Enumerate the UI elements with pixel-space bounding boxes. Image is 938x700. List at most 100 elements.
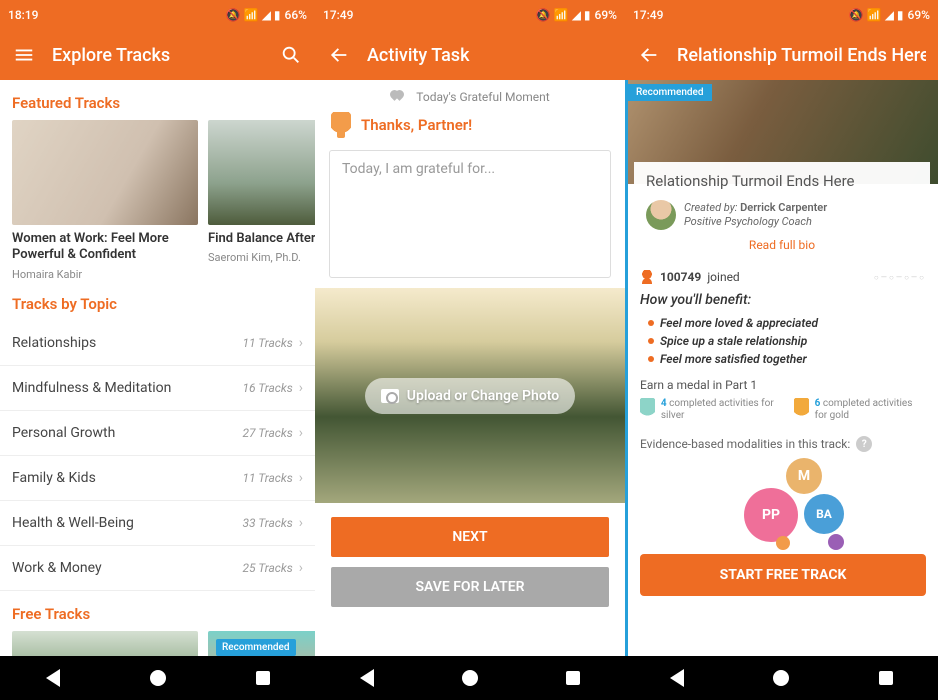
- menu-icon[interactable]: [12, 43, 36, 67]
- topic-row[interactable]: Relationships11 Tracks ›: [0, 321, 315, 366]
- grateful-input[interactable]: Today, I am grateful for...: [329, 150, 611, 278]
- nav-bar: [0, 656, 315, 700]
- featured-card[interactable]: Find Balance After W Saeromi Kim, Ph.D.: [208, 120, 315, 281]
- progress-dots: ○—○—○—○: [874, 273, 926, 282]
- chevron-right-icon: ›: [299, 425, 303, 441]
- status-icons: 🔕 📶 ◢ ▮ 66%: [226, 8, 307, 22]
- card-image: [12, 120, 198, 225]
- nav-bar: [625, 656, 938, 700]
- topic-name: Personal Growth: [12, 425, 242, 441]
- track-title: Relationship Turmoil Ends Here: [646, 172, 918, 190]
- appbar-title: Activity Task: [367, 45, 613, 66]
- featured-card[interactable]: Women at Work: Feel More Powerful & Conf…: [12, 120, 198, 281]
- gold-medal-icon: [794, 398, 809, 420]
- gold-medal: 6 completed activities for gold: [794, 398, 926, 422]
- topic-row[interactable]: Mindfulness & Meditation16 Tracks ›: [0, 366, 315, 411]
- topics-header: Tracks by Topic: [0, 281, 315, 321]
- person-icon: [640, 270, 654, 284]
- app-bar: Relationship Turmoil Ends Here: [625, 30, 938, 80]
- card-title: Women at Work: Feel More Powerful & Conf…: [12, 231, 198, 264]
- chevron-right-icon: ›: [299, 560, 303, 576]
- free-card[interactable]: Recommended D: [208, 631, 315, 657]
- benefit-item: Feel more satisfied together: [628, 350, 938, 368]
- topic-name: Relationships: [12, 335, 242, 351]
- topic-name: Family & Kids: [12, 470, 242, 486]
- bubble-pp: PP: [744, 488, 798, 542]
- bulb-icon: [331, 112, 351, 138]
- chevron-right-icon: ›: [299, 380, 303, 396]
- nav-recent-icon[interactable]: [562, 667, 584, 689]
- thanks-row: Thanks, Partner!: [315, 108, 625, 148]
- bubble-ba: BA: [804, 494, 844, 534]
- chevron-right-icon: ›: [299, 515, 303, 531]
- featured-header: Featured Tracks: [0, 80, 315, 120]
- status-icons: 🔕 📶 ◢ ▮ 69%: [849, 8, 930, 22]
- topic-count: 25 Tracks: [242, 561, 292, 575]
- status-time: 17:49: [323, 8, 353, 22]
- topic-count: 11 Tracks: [242, 336, 292, 350]
- author-name: Derrick Carpenter: [740, 201, 827, 214]
- chevron-right-icon: ›: [299, 470, 303, 486]
- silver-medal-icon: [640, 398, 655, 420]
- card-title: Find Balance After W: [208, 231, 315, 247]
- benefit-header: How you'll benefit:: [628, 292, 938, 314]
- benefit-item: Feel more loved & appreciated: [628, 314, 938, 332]
- status-time: 18:19: [8, 8, 38, 22]
- nav-recent-icon[interactable]: [252, 667, 274, 689]
- save-later-button[interactable]: SAVE FOR LATER: [331, 567, 609, 607]
- nav-recent-icon[interactable]: [875, 667, 897, 689]
- evidence-label: Evidence-based modalities in this track:…: [628, 430, 938, 458]
- status-bar: 18:19 🔕 📶 ◢ ▮ 66%: [0, 0, 315, 30]
- app-bar: Activity Task: [315, 30, 625, 80]
- recommended-badge: Recommended: [216, 639, 296, 656]
- earn-medal-label: Earn a medal in Part 1: [628, 368, 938, 396]
- bubble-small: [776, 536, 790, 550]
- bubble-small: [828, 534, 844, 550]
- app-bar: Explore Tracks: [0, 30, 315, 80]
- status-time: 17:49: [633, 8, 663, 22]
- photo-zone: Upload or Change Photo: [315, 288, 625, 503]
- status-icons: 🔕 📶 ◢ ▮ 69%: [536, 8, 617, 22]
- appbar-title: Relationship Turmoil Ends Here: [677, 45, 926, 66]
- topic-count: 16 Tracks: [242, 381, 292, 395]
- topic-count: 11 Tracks: [242, 471, 292, 485]
- search-icon[interactable]: [279, 43, 303, 67]
- read-bio-link[interactable]: Read full bio: [646, 238, 918, 252]
- chevron-right-icon: ›: [299, 335, 303, 351]
- topic-name: Health & Well-Being: [12, 515, 242, 531]
- free-card[interactable]: DIGITAL COACH: [12, 631, 198, 657]
- modality-bubbles: M PP BA: [628, 458, 938, 548]
- nav-back-icon[interactable]: [666, 667, 688, 689]
- card-image: [208, 120, 315, 225]
- appbar-title: Explore Tracks: [52, 45, 263, 66]
- nav-home-icon[interactable]: [770, 667, 792, 689]
- help-icon[interactable]: ?: [856, 436, 872, 452]
- silver-medal: 4 completed activities for silver: [640, 398, 776, 422]
- nav-back-icon[interactable]: [356, 667, 378, 689]
- next-button[interactable]: NEXT: [331, 517, 609, 557]
- back-icon[interactable]: [327, 43, 351, 67]
- nav-home-icon[interactable]: [459, 667, 481, 689]
- hearts-icon: [390, 90, 408, 104]
- topic-row[interactable]: Health & Well-Being33 Tracks›: [0, 501, 315, 546]
- status-bar: 17:49 🔕 📶 ◢ ▮ 69%: [315, 0, 625, 30]
- topic-row[interactable]: Family & Kids11 Tracks ›: [0, 456, 315, 501]
- topic-row[interactable]: Work & Money25 Tracks›: [0, 546, 315, 591]
- topic-row[interactable]: Personal Growth27 Tracks›: [0, 411, 315, 456]
- bubble-m: M: [786, 458, 822, 494]
- author-avatar: [646, 200, 676, 230]
- card-author: Homaira Kabir: [12, 268, 198, 281]
- back-icon[interactable]: [637, 43, 661, 67]
- status-bar: 17:49 🔕 📶 ◢ ▮ 69%: [625, 0, 938, 30]
- nav-home-icon[interactable]: [147, 667, 169, 689]
- nav-bar: [315, 656, 625, 700]
- start-free-track-button[interactable]: START FREE TRACK: [640, 554, 926, 596]
- author-role: Positive Psychology Coach: [684, 215, 827, 229]
- joined-row: 100749 joined ○—○—○—○: [628, 262, 938, 292]
- card-image: [12, 631, 198, 657]
- topic-name: Mindfulness & Meditation: [12, 380, 242, 396]
- benefit-item: Spice up a stale relationship: [628, 332, 938, 350]
- nav-back-icon[interactable]: [42, 667, 64, 689]
- track-card: Relationship Turmoil Ends Here Created b…: [634, 162, 930, 262]
- upload-photo-button[interactable]: Upload or Change Photo: [365, 378, 575, 414]
